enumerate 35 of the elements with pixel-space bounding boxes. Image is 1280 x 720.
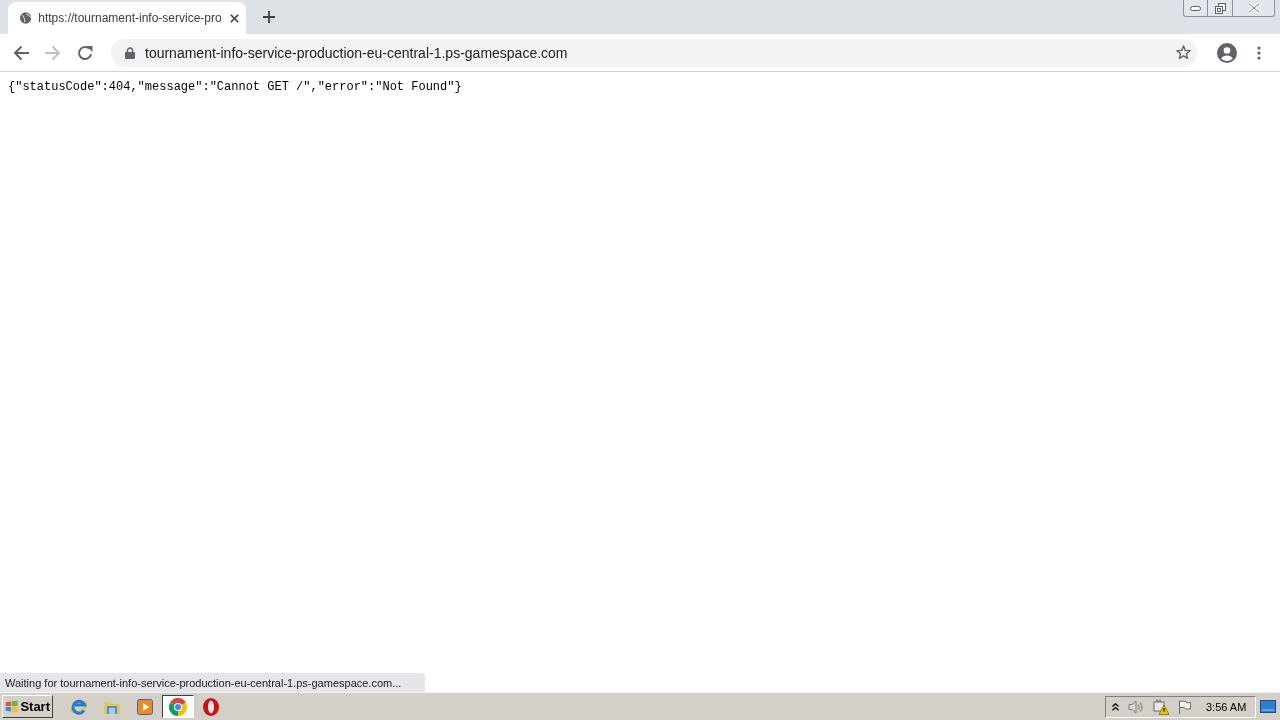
network-warning-icon[interactable]: [1153, 698, 1169, 715]
star-icon: [1175, 45, 1191, 60]
chevron-up-icon[interactable]: [1112, 702, 1119, 711]
round-logo-icon: [169, 697, 187, 716]
taskbar-button[interactable]: [162, 695, 194, 718]
globe-icon: [20, 10, 32, 26]
start-button[interactable]: Start: [2, 695, 53, 718]
clock-text[interactable]: 3:56 AM: [1206, 700, 1247, 713]
response-text: {"statusCode":404,"message":"Cannot GET /","error":"Not Found"}: [8, 80, 463, 95]
show-desktop-icon[interactable]: [1260, 700, 1276, 713]
address-bar[interactable]: tournament-info-service-production-eu-central-1.ps-gamespace.com: [111, 38, 1197, 67]
close-icon: [1247, 3, 1260, 13]
play-icon: [137, 698, 153, 715]
reload-icon: [77, 44, 93, 61]
browser-tab[interactable]: https://tournament-info-service-pro: [8, 2, 246, 34]
minimize-button[interactable]: [1183, 0, 1208, 17]
windows-logo-icon: [5, 699, 19, 714]
flag-icon[interactable]: [1178, 699, 1191, 714]
avatar-icon: [1217, 42, 1237, 63]
close-icon: [229, 13, 239, 23]
close-window-button[interactable]: [1233, 0, 1275, 17]
status-bubble: Waiting for tournament-info-service-production-eu-central-1.ps-gamespace.com...: [0, 673, 425, 692]
plus-icon: [263, 11, 275, 23]
restore-button[interactable]: [1208, 0, 1233, 17]
url-text: tournament-info-service-production-eu-central-1.ps-gamespace.com: [145, 44, 568, 61]
minimize-icon: [1190, 5, 1201, 11]
speaker-icon[interactable]: [1128, 699, 1144, 714]
tab-title: https://tournament-info-service-pro: [38, 11, 222, 25]
more-vertical-icon: [1257, 45, 1261, 60]
lock-icon: [125, 46, 135, 59]
restore-icon: [1214, 2, 1226, 14]
back-arrow-icon: [13, 44, 29, 61]
browser-e-icon: [70, 697, 88, 716]
ring-logo-icon: [203, 697, 219, 716]
forward-arrow-icon: [45, 44, 61, 61]
